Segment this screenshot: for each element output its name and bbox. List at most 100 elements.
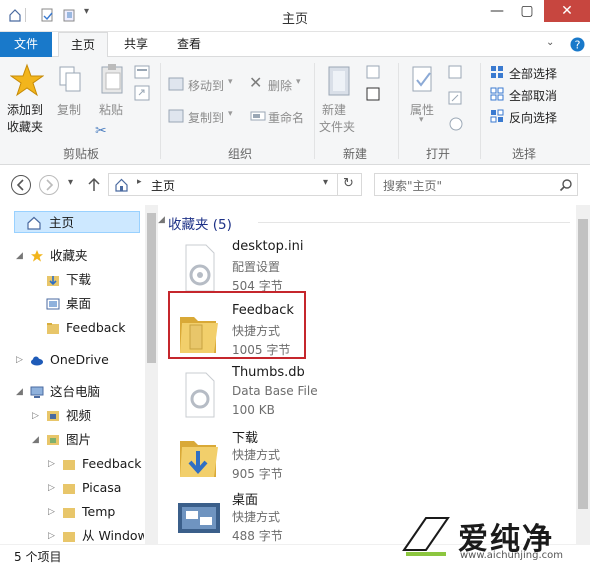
nav-item-temp[interactable]: ▷ Temp xyxy=(0,501,144,523)
help-icon[interactable]: ? xyxy=(570,37,585,52)
minimize-button[interactable]: — xyxy=(482,0,512,22)
paste-button[interactable]: 粘贴 xyxy=(99,101,123,118)
home-icon xyxy=(115,178,128,192)
new-folder-label-1[interactable]: 新建 xyxy=(322,101,346,118)
collapse-arrow-icon[interactable]: ◢ xyxy=(16,381,23,403)
address-dropdown-icon[interactable]: ▾ xyxy=(323,177,328,188)
select-none-icon[interactable] xyxy=(490,87,504,101)
nav-item-onedrive[interactable]: ▷ OneDrive xyxy=(0,349,144,371)
nav-label: 桌面 xyxy=(66,296,92,311)
new-folder-large-icon[interactable] xyxy=(326,63,354,97)
nav-label: 主页 xyxy=(49,215,75,230)
clipboard-group-label: 剪贴板 xyxy=(62,147,99,161)
open-icon[interactable] xyxy=(448,65,464,79)
expand-arrow-icon[interactable]: ▷ xyxy=(16,349,23,371)
nav-label: 图片 xyxy=(66,432,92,447)
delete-icon[interactable]: ✕ xyxy=(249,73,262,92)
nav-scrollbar-thumb[interactable] xyxy=(147,213,156,363)
home-icon xyxy=(27,216,41,230)
properties-large-icon[interactable] xyxy=(410,65,436,95)
search-input[interactable]: 搜索"主页" xyxy=(374,173,578,196)
expand-arrow-icon[interactable]: ▷ xyxy=(48,477,55,499)
maximize-button[interactable]: ▢ xyxy=(512,0,542,22)
select-group-label: 选择 xyxy=(511,147,536,161)
select-none-button[interactable]: 全部取消 xyxy=(509,87,557,104)
forward-icon[interactable] xyxy=(38,174,60,196)
nav-label: 视频 xyxy=(66,408,92,423)
expand-arrow-icon[interactable]: ▷ xyxy=(32,405,39,427)
file-size: 488 字节 xyxy=(232,529,283,543)
tab-file[interactable]: 文件 xyxy=(0,32,52,57)
tab-home[interactable]: 主页 xyxy=(58,32,108,58)
new-item-icon[interactable] xyxy=(366,65,384,79)
file-list: ◢ 收藏夹 (5) desktop.ini 配置设置 504 字节 Feedba… xyxy=(158,205,590,544)
list-item[interactable]: 下载 快捷方式 905 字节 xyxy=(158,425,458,487)
desktop-icon xyxy=(46,298,60,310)
file-size: 905 字节 xyxy=(232,467,283,481)
collapse-arrow-icon[interactable]: ◢ xyxy=(32,429,39,451)
nav-label: Picasa xyxy=(82,480,122,495)
history-icon[interactable] xyxy=(448,117,464,131)
close-button[interactable]: ✕ xyxy=(544,0,590,22)
group-collapse-icon[interactable]: ◢ xyxy=(158,215,165,225)
nav-item-feedback[interactable]: Feedback xyxy=(0,317,144,339)
list-item[interactable]: Thumbs.db Data Base File 100 KB xyxy=(158,363,458,425)
cut-icon[interactable]: ✂ xyxy=(95,123,107,139)
nav-item-downloads[interactable]: 下载 xyxy=(0,269,144,291)
copy-button[interactable]: 复制 xyxy=(57,101,81,118)
nav-item-pic-feedback[interactable]: ▷ Feedback xyxy=(0,453,144,475)
tab-view[interactable]: 查看 xyxy=(164,32,214,57)
move-to-button[interactable]: 移动到 xyxy=(188,77,224,94)
file-type: Data Base File xyxy=(232,384,318,398)
invert-selection-icon[interactable] xyxy=(490,109,504,123)
new-folder-label-2[interactable]: 文件夹 xyxy=(319,118,355,135)
collapse-arrow-icon[interactable]: ◢ xyxy=(16,245,23,267)
nav-item-videos[interactable]: ▷ 视频 xyxy=(0,405,144,427)
tab-share[interactable]: 共享 xyxy=(114,32,158,57)
pin-favorites-label-2[interactable]: 收藏夹 xyxy=(7,118,43,135)
breadcrumb-separator-icon[interactable]: ▸ xyxy=(137,177,142,187)
nav-item-favorites[interactable]: ◢ 收藏夹 xyxy=(0,245,144,267)
nav-label: 收藏夹 xyxy=(50,248,88,263)
expand-ribbon-icon[interactable]: ⌄ xyxy=(546,37,554,48)
easy-access-icon[interactable] xyxy=(366,87,384,101)
copy-to-icon[interactable] xyxy=(168,109,184,123)
nav-item-home[interactable]: 主页 xyxy=(14,211,140,233)
nav-item-desktop[interactable]: 桌面 xyxy=(0,293,144,315)
file-size: 100 KB xyxy=(232,403,275,417)
paste-shortcut-icon[interactable] xyxy=(134,85,150,101)
star-icon[interactable] xyxy=(10,63,44,97)
breadcrumb[interactable]: 主页 xyxy=(151,177,175,194)
list-item[interactable]: desktop.ini 配置设置 504 字节 xyxy=(158,237,458,299)
group-header[interactable]: 收藏夹 (5) xyxy=(168,213,232,233)
copy-icon[interactable] xyxy=(58,65,82,95)
up-arrow-icon[interactable] xyxy=(86,177,102,193)
move-to-icon[interactable] xyxy=(168,77,184,91)
edit-icon[interactable] xyxy=(448,91,464,105)
delete-button[interactable]: 删除 xyxy=(268,77,292,94)
back-icon[interactable] xyxy=(10,174,32,196)
nav-item-pictures[interactable]: ◢ 图片 xyxy=(0,429,144,451)
nav-label: OneDrive xyxy=(50,352,109,367)
folder-icon xyxy=(63,460,75,470)
nav-item-picasa[interactable]: ▷ Picasa xyxy=(0,477,144,499)
invert-selection-button[interactable]: 反向选择 xyxy=(509,109,557,126)
select-all-icon[interactable] xyxy=(490,65,504,79)
expand-arrow-icon[interactable]: ▷ xyxy=(48,501,55,523)
nav-item-this-pc[interactable]: ◢ 这台电脑 xyxy=(0,381,144,403)
address-bar[interactable]: ▸ 主页 ▾ ↻ xyxy=(108,173,362,196)
pin-favorites-label-1[interactable]: 添加到 xyxy=(7,101,43,118)
rename-icon[interactable] xyxy=(250,109,266,123)
expand-arrow-icon[interactable]: ▷ xyxy=(48,453,55,475)
file-name: 桌面 xyxy=(232,493,259,508)
select-all-button[interactable]: 全部选择 xyxy=(509,65,557,82)
content-scrollbar-thumb[interactable] xyxy=(578,219,588,509)
search-icon[interactable] xyxy=(559,178,573,192)
refresh-icon[interactable]: ↻ xyxy=(343,176,354,191)
copy-to-button[interactable]: 复制到 xyxy=(188,109,224,126)
copy-path-icon[interactable] xyxy=(134,65,150,79)
item-count: 5 个项目 xyxy=(14,550,62,564)
paste-icon[interactable] xyxy=(100,63,126,95)
rename-button[interactable]: 重命名 xyxy=(268,109,304,126)
recent-locations-icon[interactable]: ▾ xyxy=(68,177,73,188)
